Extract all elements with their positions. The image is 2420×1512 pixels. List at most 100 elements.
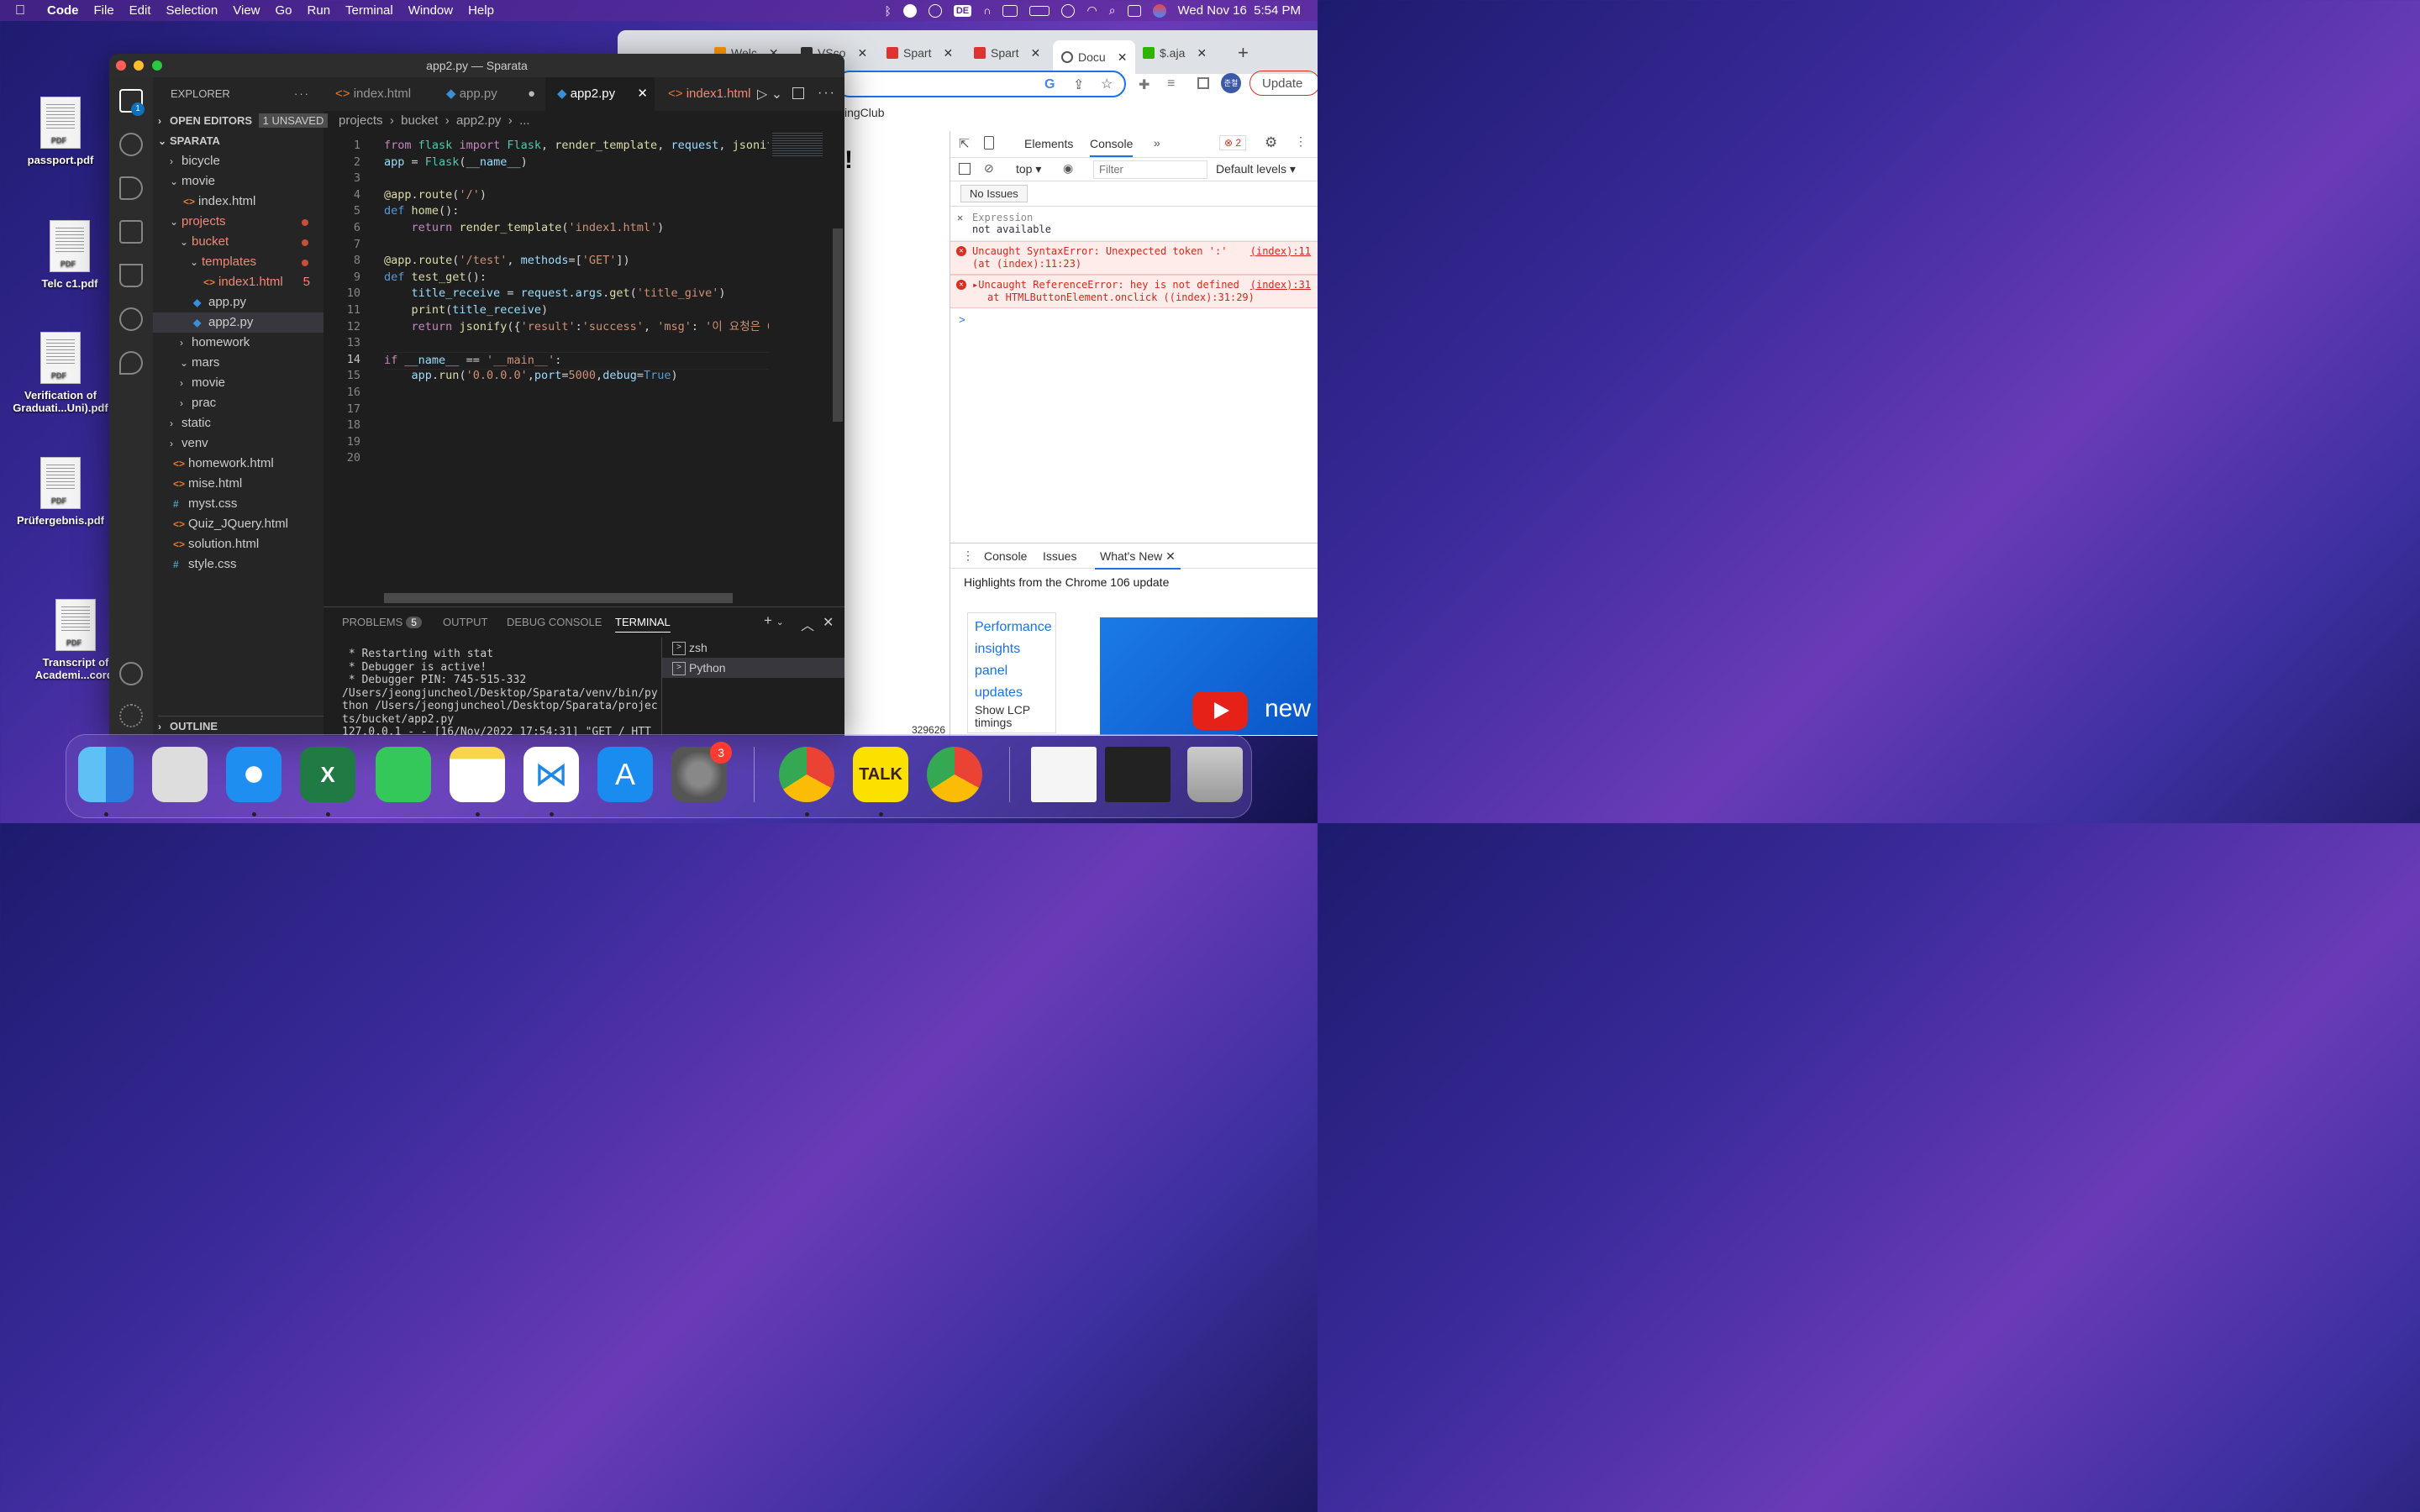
- code-line[interactable]: return jsonify({'result':'success', 'msg…: [384, 319, 795, 336]
- chrome-tab-active[interactable]: Docu ✕: [1053, 40, 1136, 74]
- code-line[interactable]: from flask import Flask, render_template…: [384, 138, 781, 155]
- notes-icon[interactable]: [450, 747, 505, 802]
- outline-section[interactable]: › OUTLINE: [158, 716, 324, 736]
- account-icon[interactable]: [119, 662, 143, 685]
- minimized-window-thumbnail[interactable]: [1105, 747, 1171, 802]
- tree-item[interactable]: # style.css: [153, 554, 324, 575]
- tree-item[interactable]: ⌄ mars: [153, 353, 324, 373]
- code-line[interactable]: @app.route('/test', methods=['GET']): [384, 253, 630, 270]
- menubar-datetime[interactable]: Wed Nov 16 5:54 PM: [1178, 3, 1301, 18]
- explorer-more-icon[interactable]: ···: [294, 77, 310, 111]
- excel-icon[interactable]: X: [300, 747, 355, 802]
- desktop-file[interactable]: passport.pdf: [2, 97, 119, 166]
- youtube-play-icon[interactable]: [1192, 691, 1248, 730]
- tree-item[interactable]: › movie: [153, 373, 324, 393]
- search-icon[interactable]: ⌕: [1109, 3, 1116, 18]
- code-line[interactable]: print(title_receive): [384, 302, 549, 319]
- code-line[interactable]: def home():: [384, 203, 459, 220]
- whats-new-video-thumbnail[interactable]: new: [1100, 617, 1318, 735]
- share-icon[interactable]: ⇪: [1073, 76, 1084, 93]
- manage-gear-icon[interactable]: [119, 704, 143, 727]
- vertical-scrollbar[interactable]: [833, 228, 843, 422]
- github-icon[interactable]: [119, 307, 143, 331]
- airdrop-icon[interactable]: [928, 3, 942, 18]
- horizontal-scrollbar[interactable]: [384, 593, 733, 603]
- airpods-icon[interactable]: ∩: [983, 4, 991, 17]
- menu-file[interactable]: File: [94, 3, 114, 18]
- terminal-output[interactable]: * Restarting with stat * Debugger is act…: [342, 648, 661, 736]
- code-line[interactable]: app.run('0.0.0.0',port=5000,debug=True): [384, 368, 678, 385]
- side-panel-icon[interactable]: [1197, 77, 1209, 89]
- control-center-icon[interactable]: [1127, 4, 1141, 17]
- run-python-icon[interactable]: ▷ ⌄: [757, 86, 782, 102]
- tab-elements[interactable]: Elements: [1024, 137, 1073, 150]
- menu-window[interactable]: Window: [408, 3, 453, 18]
- kakaotalk-icon[interactable]: TALK: [853, 747, 908, 802]
- close-tab-icon[interactable]: ✕: [637, 77, 648, 111]
- extensions-icon[interactable]: [119, 220, 143, 244]
- open-editors-section[interactable]: › OPEN EDITORS 1 UNSAVED: [158, 111, 329, 131]
- whats-new-link[interactable]: updates: [975, 682, 1049, 704]
- chrome-tab[interactable]: Spart ✕: [886, 40, 953, 66]
- error-source-link[interactable]: (index):11: [1250, 245, 1311, 258]
- bluetooth-icon[interactable]: ᛒ: [884, 4, 891, 18]
- profile-avatar[interactable]: 준철: [1221, 73, 1241, 93]
- tab-debug-console[interactable]: DEBUG CONSOLE: [507, 616, 602, 628]
- drawer-tab-issues[interactable]: Issues: [1043, 549, 1076, 563]
- tree-item[interactable]: ◆ app.py: [153, 292, 324, 312]
- whats-new-link[interactable]: insights: [975, 638, 1049, 660]
- close-panel-icon[interactable]: ✕: [823, 614, 834, 631]
- menu-go[interactable]: Go: [276, 3, 292, 18]
- log-levels-select[interactable]: Default levels ▾: [1216, 162, 1296, 176]
- whats-new-text[interactable]: Show LCP timings breakdown: [975, 704, 1049, 729]
- siri-icon[interactable]: [1152, 3, 1166, 18]
- tab-terminal[interactable]: TERMINAL: [615, 616, 671, 633]
- tree-item[interactable]: <> index.html: [153, 192, 324, 212]
- context-select[interactable]: top ▾: [1016, 162, 1041, 176]
- chrome-icon[interactable]: [779, 747, 834, 802]
- close-window-icon[interactable]: [116, 60, 126, 71]
- editor-tab-active[interactable]: ◆ app2.py ✕: [545, 77, 655, 111]
- launchpad-icon[interactable]: [152, 747, 208, 802]
- wifi-icon[interactable]: ◠: [1086, 3, 1097, 18]
- drawer-tab-whats-new[interactable]: What's New ✕: [1095, 549, 1181, 570]
- new-terminal-icon[interactable]: + ⌄: [764, 612, 784, 629]
- minimize-window-icon[interactable]: [134, 60, 144, 71]
- tree-item[interactable]: › prac: [153, 393, 324, 413]
- close-drawer-tab-icon[interactable]: ✕: [1165, 549, 1176, 563]
- desktop-file[interactable]: Prüfergebnis.pdf: [2, 457, 119, 527]
- code-line[interactable]: title_receive = request.args.get('title_…: [384, 286, 726, 302]
- update-button[interactable]: Update: [1249, 71, 1318, 96]
- tree-item[interactable]: ◆ app2.py: [153, 312, 324, 333]
- trash-icon[interactable]: [1187, 747, 1243, 802]
- tree-item[interactable]: <> solution.html: [153, 534, 324, 554]
- tree-item[interactable]: ⌄ projects: [153, 212, 324, 232]
- close-tab-icon[interactable]: ✕: [857, 46, 867, 60]
- terminal-item-zsh[interactable]: zsh: [662, 638, 844, 658]
- remove-expression-icon[interactable]: ✕: [957, 212, 963, 223]
- editor-tab[interactable]: <> index.html: [324, 77, 433, 111]
- code-line[interactable]: @app.route('/'): [384, 187, 487, 204]
- tree-item[interactable]: ⌄ movie: [153, 171, 324, 192]
- error-location[interactable]: at HTMLButtonElement.onclick ((index):31…: [972, 291, 1311, 304]
- tab-output[interactable]: OUTPUT: [443, 616, 487, 628]
- tree-item[interactable]: › venv: [153, 433, 324, 454]
- finder-icon[interactable]: [78, 747, 134, 802]
- code-line[interactable]: def test_get():: [384, 270, 487, 286]
- input-source-icon[interactable]: DE: [953, 4, 972, 17]
- menu-selection[interactable]: Selection: [166, 3, 218, 18]
- whats-new-link[interactable]: panel: [975, 660, 1049, 682]
- inspect-icon[interactable]: ⇱: [959, 136, 970, 151]
- live-expression-eye-icon[interactable]: ◉: [1063, 161, 1073, 176]
- editor-more-icon[interactable]: ···: [818, 86, 836, 101]
- editor-tab[interactable]: <> index1.html: [656, 77, 757, 111]
- breadcrumb[interactable]: projects › bucket › app2.py › ...: [324, 111, 844, 131]
- tree-item[interactable]: › static: [153, 413, 324, 433]
- bookmark-item[interactable]: ingClub: [844, 106, 884, 119]
- vscode-dock-icon[interactable]: ⋈: [523, 747, 579, 802]
- tree-item[interactable]: <> mise.html: [153, 474, 324, 494]
- editor-tab[interactable]: ◆ app.py ●: [434, 77, 544, 111]
- tree-item[interactable]: ⌄ templates: [153, 252, 324, 272]
- close-tab-icon[interactable]: ✕: [1197, 46, 1207, 60]
- battery-icon[interactable]: [1029, 5, 1050, 16]
